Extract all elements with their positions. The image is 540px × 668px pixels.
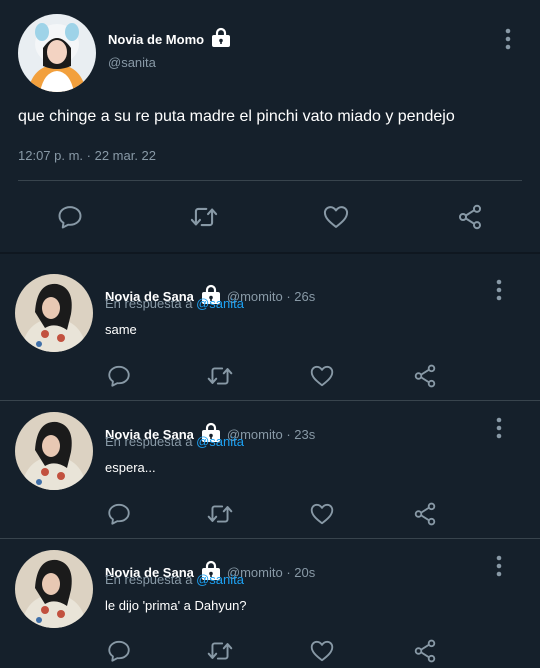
avatar[interactable] [15,412,93,490]
divider [18,180,522,181]
reply-prefix: En respuesta a [105,434,193,449]
reply-prefix: En respuesta a [105,296,193,311]
author-handle[interactable]: @sanita [108,55,156,70]
avatar[interactable] [18,14,96,92]
like-icon[interactable] [309,501,335,532]
more-vertical-icon[interactable] [493,279,505,306]
share-icon[interactable] [455,203,485,236]
avatar[interactable] [15,550,93,628]
reply-time[interactable]: 23s [294,427,315,442]
reply-icon[interactable] [106,638,132,668]
reply-time[interactable]: 20s [294,565,315,580]
more-vertical-icon[interactable] [493,417,505,444]
more-vertical-icon[interactable] [493,555,505,582]
retweet-icon[interactable] [189,203,219,236]
like-icon[interactable] [322,203,350,236]
share-icon[interactable] [411,363,439,394]
reply-tweet[interactable]: Novia de Sana @momito · 20s En respuesta… [0,538,540,668]
retweet-icon[interactable] [206,501,234,532]
more-vertical-icon[interactable] [502,28,514,55]
reply-text: le dijo 'prima' a Dahyun? [105,598,247,613]
mention-link[interactable]: @sanita [196,296,244,311]
reply-icon[interactable] [56,203,84,236]
tweet-text: que chinge a su re puta madre el pinchi … [18,108,455,125]
reply-context: En respuesta a @sanita [105,572,244,587]
tweet-timestamp[interactable]: 12:07 p. m. · 22 mar. 22 [18,148,156,163]
retweet-icon[interactable] [206,363,234,394]
reply-tweet[interactable]: Novia de Sana @momito · 26s En respuesta… [0,262,540,400]
divider [0,252,540,254]
separator-dot: · [282,427,295,442]
like-icon[interactable] [309,363,335,394]
reply-icon[interactable] [106,501,132,532]
reply-tweet[interactable]: Novia de Sana @momito · 23s En respuesta… [0,400,540,538]
share-icon[interactable] [411,638,439,668]
main-tweet: Novia de Momo @sanita que chinge a su re… [0,0,540,252]
mention-link[interactable]: @sanita [196,572,244,587]
mention-link[interactable]: @sanita [196,434,244,449]
reply-icon[interactable] [106,363,132,394]
reply-prefix: En respuesta a [105,572,193,587]
like-icon[interactable] [309,638,335,668]
separator-dot: · [282,289,295,304]
lock-icon [210,27,232,52]
reply-text: same [105,322,137,337]
avatar[interactable] [15,274,93,352]
retweet-icon[interactable] [206,638,234,668]
author-name[interactable]: Novia de Momo [108,32,204,47]
reply-time[interactable]: 26s [294,289,315,304]
reply-context: En respuesta a @sanita [105,296,244,311]
separator-dot: · [282,565,295,580]
share-icon[interactable] [411,501,439,532]
reply-context: En respuesta a @sanita [105,434,244,449]
reply-text: espera... [105,460,156,475]
